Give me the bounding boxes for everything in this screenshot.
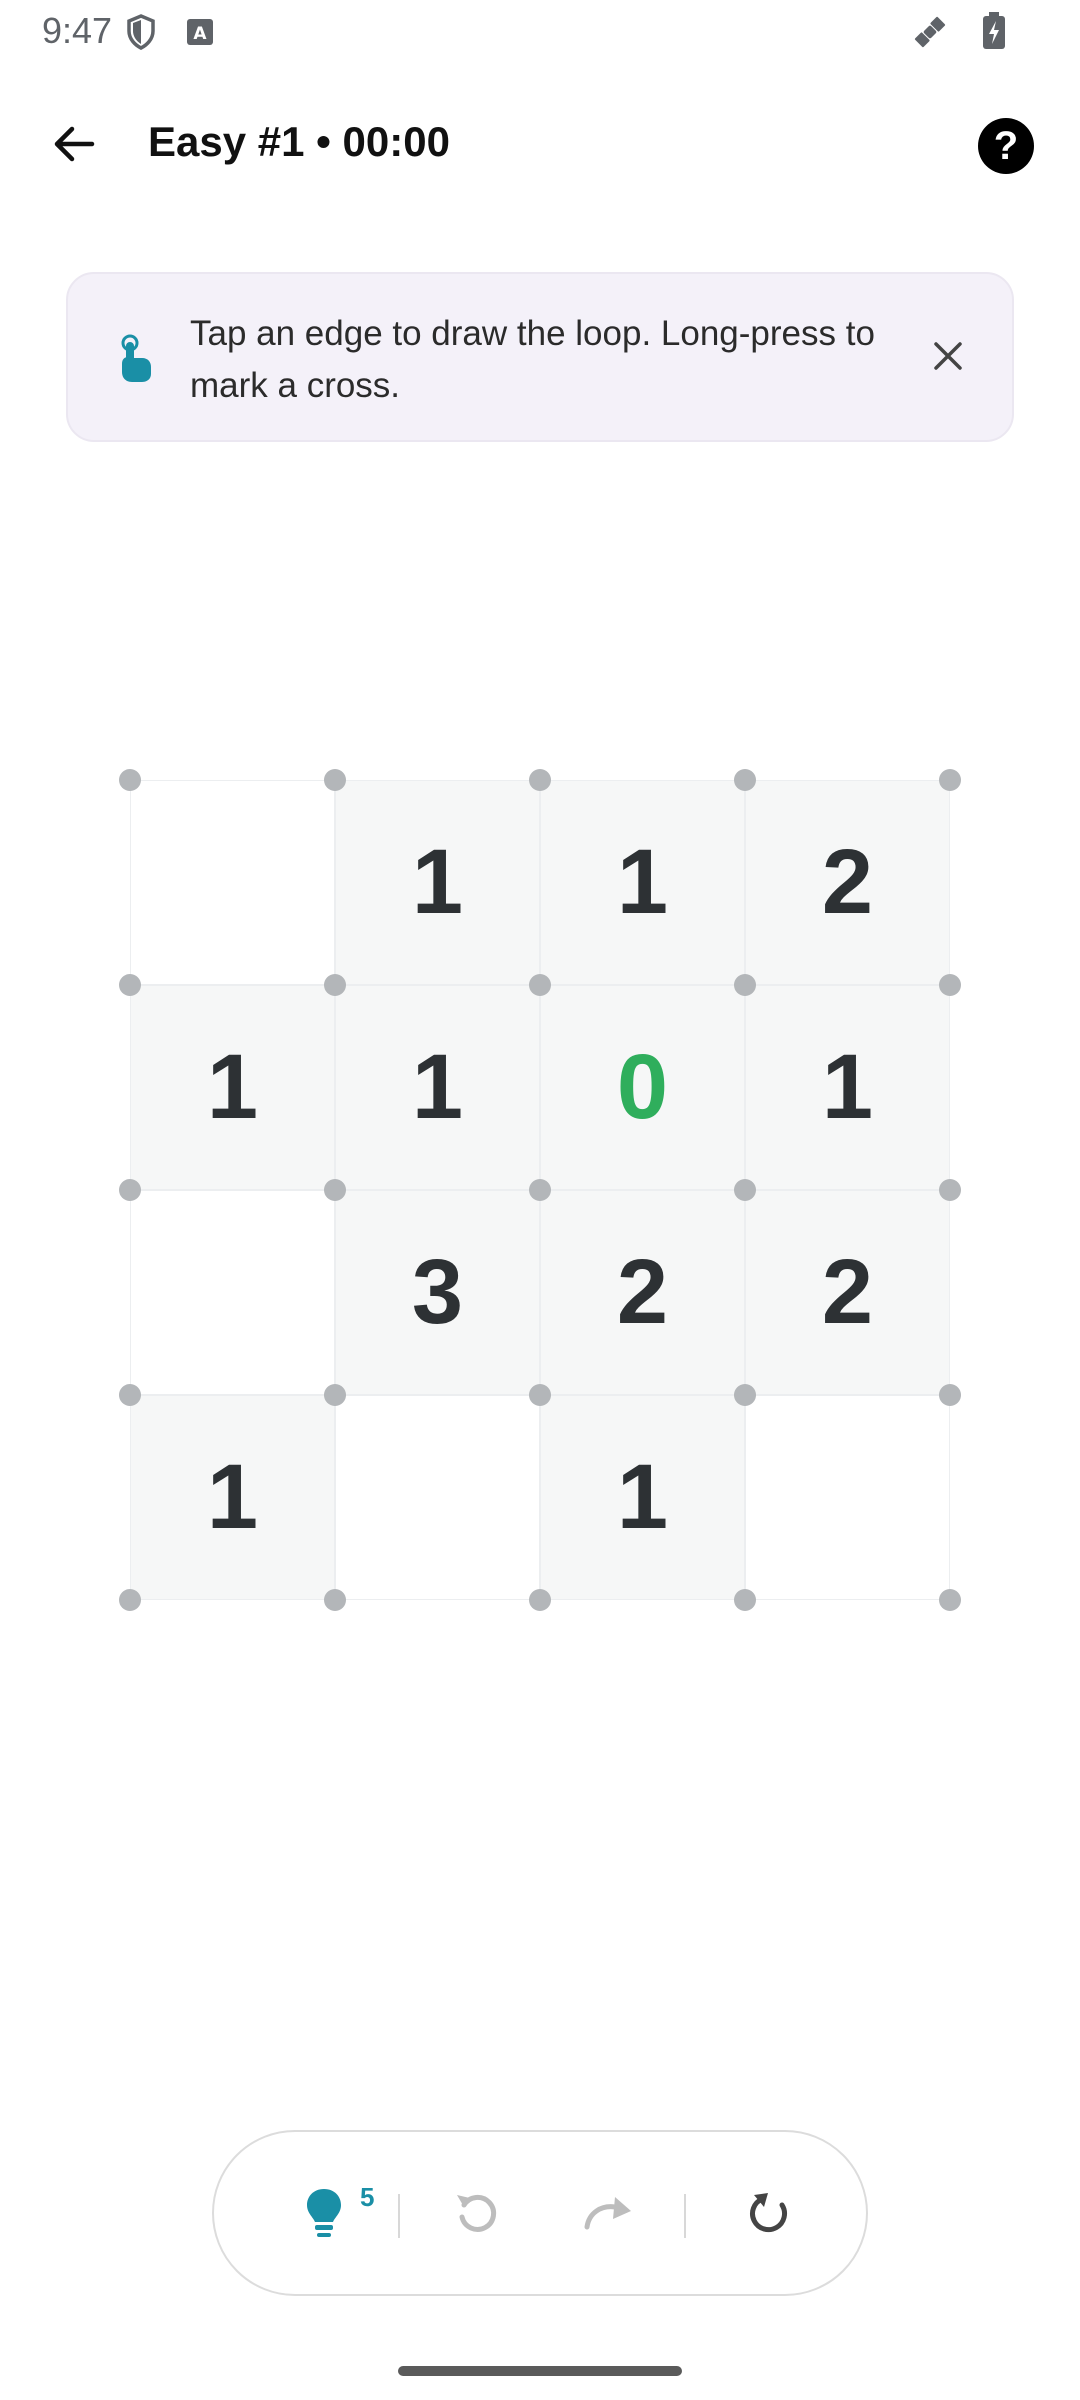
redo-icon xyxy=(581,2193,635,2238)
shield-icon xyxy=(126,14,156,55)
empty-cell xyxy=(335,1395,540,1600)
status-bar: 9:47 A xyxy=(0,0,1080,64)
grid-dot xyxy=(324,1179,346,1201)
restart-icon xyxy=(744,2189,792,2242)
grid-dot xyxy=(939,974,961,996)
clue-cell: 0 xyxy=(540,985,745,1190)
grid-dot xyxy=(734,1179,756,1201)
clue-cell: 2 xyxy=(745,780,950,985)
svg-text:A: A xyxy=(193,24,207,44)
hint-button[interactable] xyxy=(284,2175,364,2255)
clue-cell: 1 xyxy=(335,985,540,1190)
clue-cell: 1 xyxy=(130,1395,335,1600)
grid-dot xyxy=(529,1589,551,1611)
arrow-left-icon xyxy=(50,120,98,173)
empty-cell xyxy=(745,1395,950,1600)
gesture-bar[interactable] xyxy=(398,2366,682,2376)
grid-dot xyxy=(734,1589,756,1611)
grid-dot xyxy=(529,1384,551,1406)
help-icon: ? xyxy=(993,123,1019,168)
status-time: 9:47 xyxy=(42,10,113,51)
clue-cell: 1 xyxy=(745,985,950,1190)
grid-dot xyxy=(324,1384,346,1406)
toolbar-divider xyxy=(398,2194,400,2238)
app-bar: Easy #1 • 00:00 ? xyxy=(0,90,1080,210)
tap-hand-icon xyxy=(116,334,156,389)
grid-dot xyxy=(734,769,756,791)
clue-cell: 2 xyxy=(745,1190,950,1395)
clue-cell: 1 xyxy=(130,985,335,1190)
hint-text: Tap an edge to draw the loop. Long-press… xyxy=(190,314,875,405)
undo-icon xyxy=(454,2189,502,2242)
grid-dot xyxy=(119,1179,141,1201)
close-hint-button[interactable] xyxy=(916,326,980,390)
grid-dot xyxy=(734,974,756,996)
grid-dot xyxy=(939,1179,961,1201)
toolbar-divider xyxy=(684,2194,686,2238)
empty-cell xyxy=(130,1190,335,1395)
grid-dot xyxy=(529,974,551,996)
clue-cell: 1 xyxy=(540,1395,745,1600)
clue-cell: 1 xyxy=(335,780,540,985)
clue-cell: 1 xyxy=(540,780,745,985)
bottom-toolbar: 5 xyxy=(212,2130,868,2296)
grid-dot xyxy=(324,769,346,791)
grid-dot xyxy=(119,769,141,791)
grid-dot xyxy=(939,769,961,791)
grid-dot xyxy=(529,1179,551,1201)
grid-dot xyxy=(324,974,346,996)
grid-dot xyxy=(119,1384,141,1406)
hint-banner: Tap an edge to draw the loop. Long-press… xyxy=(66,272,1014,442)
satellite-icon xyxy=(910,12,950,57)
redo-button[interactable] xyxy=(568,2175,648,2255)
keyboard-a-icon: A xyxy=(186,18,214,51)
page-title: Easy #1 • 00:00 xyxy=(148,118,450,165)
grid-dot xyxy=(939,1589,961,1611)
close-icon xyxy=(932,340,964,377)
help-button[interactable]: ? xyxy=(978,118,1034,174)
lightbulb-icon xyxy=(302,2186,346,2245)
clue-cell: 3 xyxy=(335,1190,540,1395)
grid-dot xyxy=(324,1589,346,1611)
grid-dot xyxy=(734,1384,756,1406)
grid-dot xyxy=(939,1384,961,1406)
grid-dot xyxy=(529,769,551,791)
restart-button[interactable] xyxy=(728,2175,808,2255)
hint-count-badge: 5 xyxy=(360,2182,375,2212)
battery-charging-icon xyxy=(982,12,1006,55)
grid-dot xyxy=(119,1589,141,1611)
back-button[interactable] xyxy=(38,110,110,182)
clue-cell: 2 xyxy=(540,1190,745,1395)
puzzle-grid[interactable]: 112110132211 xyxy=(119,769,961,1611)
grid-dot xyxy=(119,974,141,996)
empty-cell xyxy=(130,780,335,985)
undo-button[interactable] xyxy=(438,2175,518,2255)
